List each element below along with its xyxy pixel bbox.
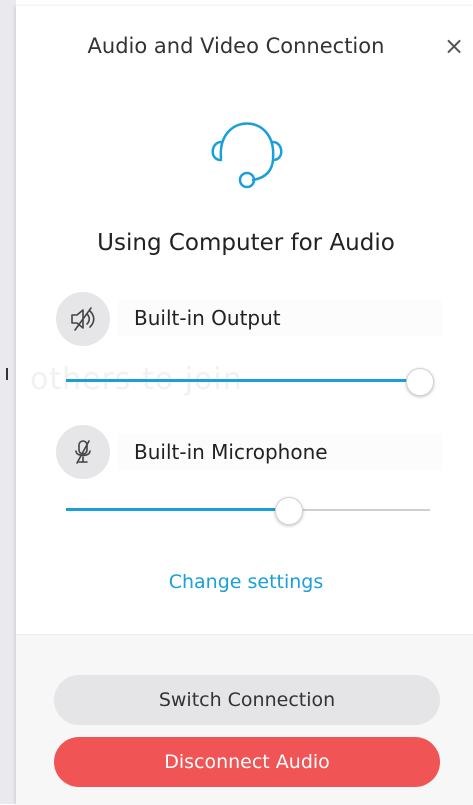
input-volume-thumb[interactable]	[275, 497, 304, 525]
output-volume-fill	[66, 379, 420, 382]
output-volume-slider[interactable]	[66, 366, 435, 396]
change-settings-link[interactable]: Change settings	[16, 571, 473, 593]
output-device-select[interactable]: Built-in Output	[118, 300, 442, 336]
input-device-label: Built-in Microphone	[134, 440, 328, 464]
disconnect-audio-button[interactable]: Disconnect Audio	[54, 737, 440, 787]
output-device-label: Built-in Output	[134, 306, 281, 330]
microphone-muted-icon	[75, 440, 91, 464]
dialog-title: Audio and Video Connection	[87, 34, 385, 58]
headset-icon	[202, 104, 292, 200]
speaker-muted-icon	[71, 307, 95, 331]
background-window-edge	[0, 0, 16, 804]
input-volume-slider[interactable]	[66, 495, 430, 525]
input-device-select[interactable]: Built-in Microphone	[118, 434, 442, 470]
switch-connection-button[interactable]: Switch Connection	[54, 675, 440, 725]
audio-status-title: Using Computer for Audio	[97, 230, 395, 256]
close-icon[interactable]: ×	[444, 34, 464, 58]
input-volume-fill	[66, 508, 289, 511]
background-cursor-mark	[6, 368, 8, 380]
output-volume-thumb[interactable]	[406, 368, 435, 396]
audio-connection-dialog: Audio and Video Connection × others to j…	[16, 6, 473, 805]
speaker-mute-button[interactable]	[56, 292, 110, 346]
dialog-footer: Switch Connection Disconnect Audio	[16, 634, 473, 805]
microphone-mute-button[interactable]	[56, 425, 110, 479]
